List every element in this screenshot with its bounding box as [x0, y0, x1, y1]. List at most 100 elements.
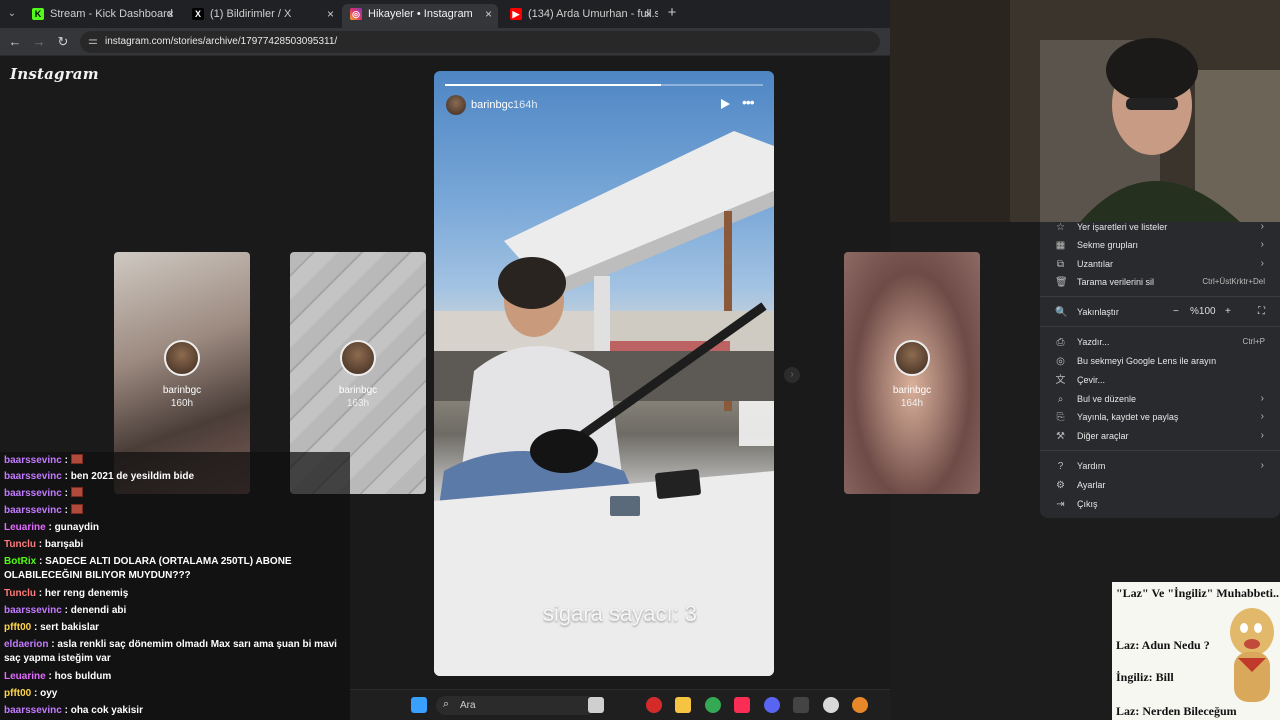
chat-username[interactable]: Leuarine [4, 522, 46, 533]
meme-line: Laz: Nerden Bileceğum [1116, 704, 1237, 718]
menu-item-print[interactable]: ⎙ Yazdır... Ctrl+P [1040, 335, 1280, 354]
fullscreen-icon[interactable]: ⛶ [1258, 306, 1265, 317]
chat-message: pfft00 : oyy [4, 687, 344, 701]
taskbar-search[interactable]: ⌕ Ara [436, 696, 596, 715]
menu-item-find[interactable]: ⌕ Bul ve düzenle › [1040, 392, 1280, 411]
tab-close-icon[interactable]: × [167, 4, 174, 24]
chrome-menu: ☆ Yer işaretleri ve listeler › ▦ Sekme grupl… [1040, 220, 1280, 518]
menu-item-cast[interactable]: ⎘ Yayınla, kaydet ve paylaş › [1040, 410, 1280, 429]
reload-icon[interactable]: ↻ [55, 34, 71, 50]
menu-item-exit[interactable]: ⇥ Çıkış [1040, 497, 1280, 516]
cartoon-dog-image [1230, 608, 1274, 702]
chat-text: : oha cok yakisir [61, 705, 143, 716]
windows-taskbar: ⌕ Ara [350, 689, 890, 720]
tab-strip: ⌄ K Stream - Kick Dashboard × X (1) Bild… [0, 0, 890, 28]
tab-instagram-stories[interactable]: ◎ Hikayeler • Instagram × [342, 4, 498, 28]
obs-icon[interactable] [823, 697, 839, 713]
kick-favicon-icon: K [32, 8, 44, 20]
chat-username[interactable]: Tunclu [4, 539, 36, 550]
thumb-username: barinbgc [162, 385, 202, 396]
stream-chat: baarssevinc : baarssevinc : ben 2021 de … [0, 452, 350, 720]
chat-username[interactable]: pfft00 [4, 688, 31, 699]
chat-username[interactable]: Leuarine [4, 671, 46, 682]
play-icon[interactable] [721, 99, 730, 109]
chat-username[interactable]: baarssevinc [4, 488, 62, 499]
chrome-icon[interactable] [705, 697, 721, 713]
site-info-icon[interactable]: ⚌ [88, 34, 98, 47]
taskbar-search-placeholder: Ara [460, 700, 476, 711]
tab-close-icon[interactable]: × [327, 4, 334, 24]
chevron-right-icon: › [1260, 460, 1264, 471]
chat-text: : gunaydin [45, 522, 100, 533]
menu-item-toolbox[interactable]: ⚒ Diğer araçlar › [1040, 429, 1280, 448]
tab-close-icon[interactable]: × [485, 4, 492, 24]
folder-icon[interactable] [675, 697, 691, 713]
chat-username[interactable]: baarssevinc [4, 705, 62, 716]
menu-item-help[interactable]: ? Yardım › [1040, 459, 1280, 478]
menu-item-tab-groups[interactable]: ▦ Sekme grupları › [1040, 238, 1280, 257]
story-username[interactable]: barinbgc [471, 99, 513, 111]
task-view-icon[interactable] [588, 697, 604, 713]
discord-icon[interactable] [764, 697, 780, 713]
story-time: 164h [513, 99, 538, 111]
chat-message: Leuarine : gunaydin [4, 521, 344, 535]
more-options-icon[interactable]: ••• [742, 95, 755, 109]
app-red-icon[interactable] [646, 697, 662, 713]
chat-username[interactable]: baarssevinc [4, 505, 62, 516]
url-text: instagram.com/stories/archive/1797742850… [105, 36, 338, 47]
chat-emote-icon [70, 504, 83, 514]
tab-x-notifications[interactable]: X (1) Bildirimler / X × [184, 4, 340, 28]
back-icon[interactable]: ← [7, 34, 23, 50]
menu-item-zoom[interactable]: 🔍 Yakınlaştır − %100 + ⛶ [1040, 305, 1280, 324]
help-icon: ? [1057, 461, 1064, 472]
music-icon[interactable] [734, 697, 750, 713]
chevron-right-icon: › [1260, 411, 1264, 422]
instagram-logo[interactable]: Instagram [10, 65, 99, 83]
menu-item-puzzle[interactable]: ⧉ Uzantılar › [1040, 257, 1280, 276]
trash-icon: 🗑 [1055, 277, 1068, 288]
menu-item-gear[interactable]: ⚙ Ayarlar [1040, 478, 1280, 497]
chat-message: Leuarine : hos buldum [4, 670, 344, 684]
chat-username[interactable]: baarssevinc [4, 605, 62, 616]
chat-text: : asla renkli saç dönemim olmadı Max sar… [4, 639, 337, 664]
zoom-in-button[interactable]: + [1225, 306, 1231, 317]
menu-item-lens[interactable]: ◎ Bu sekmeyi Google Lens ile arayın [1040, 354, 1280, 373]
meme-line: İngiliz: Bill [1116, 670, 1174, 684]
chat-username[interactable]: baarssevinc [4, 471, 62, 482]
zoom-icon: 🔍 [1055, 307, 1068, 318]
menu-item-trash[interactable]: 🗑 Tarama verilerini sil Ctrl+ÜstKrktr+Del [1040, 275, 1280, 294]
app-orange-icon[interactable] [852, 697, 868, 713]
tab-youtube-video[interactable]: ▶ (134) Arda Umurhan - full.space × [502, 4, 658, 28]
chat-username[interactable]: pfft00 [4, 622, 31, 633]
story-viewer[interactable]: barinbgc 164h ••• sigara sayacı: 3 [434, 71, 774, 676]
windows-start-icon[interactable] [411, 697, 427, 713]
zoom-level: %100 [1190, 306, 1216, 317]
menu-item-translate[interactable]: 文 Çevir... [1040, 373, 1280, 392]
address-bar[interactable]: ⚌ instagram.com/stories/archive/17977428… [80, 31, 880, 53]
tab-close-icon[interactable]: × [645, 4, 652, 24]
avatar[interactable] [446, 95, 466, 115]
forward-icon[interactable]: → [31, 34, 47, 50]
app-dark-icon[interactable] [793, 697, 809, 713]
new-tab-button[interactable]: + [664, 5, 680, 21]
chat-text: : SADECE ALTI DOLARA (ORTALAMA 250TL) AB… [4, 556, 292, 581]
avatar [164, 340, 200, 376]
zoom-out-button[interactable]: − [1173, 306, 1179, 317]
exit-icon: ⇥ [1056, 499, 1065, 510]
meme-overlay: "Laz" Ve "İngiliz" Muhabbeti.. Laz: Adun… [1112, 582, 1280, 720]
menu-item-star[interactable]: ☆ Yer işaretleri ve listeler › [1040, 220, 1280, 239]
tab-search-icon[interactable]: ⌄ [4, 6, 20, 22]
chat-username[interactable]: BotRix [4, 556, 36, 567]
chat-text: : her reng denemiş [36, 588, 129, 599]
avatar [894, 340, 930, 376]
story-thumbnail-3[interactable]: barinbgc 164h [844, 252, 980, 494]
menu-item-label: Yayınla, kaydet ve paylaş [1077, 412, 1179, 422]
tab-kick-dashboard[interactable]: K Stream - Kick Dashboard × [24, 4, 180, 28]
chat-username[interactable]: Tunclu [4, 588, 36, 599]
chat-username[interactable]: eldaerion [4, 639, 48, 650]
story-progress-fill [445, 84, 662, 86]
x-favicon-icon: X [192, 8, 204, 20]
thumb-username: barinbgc [338, 385, 378, 396]
chat-username[interactable]: baarssevinc [4, 455, 62, 466]
next-story-icon[interactable]: › [784, 367, 800, 383]
